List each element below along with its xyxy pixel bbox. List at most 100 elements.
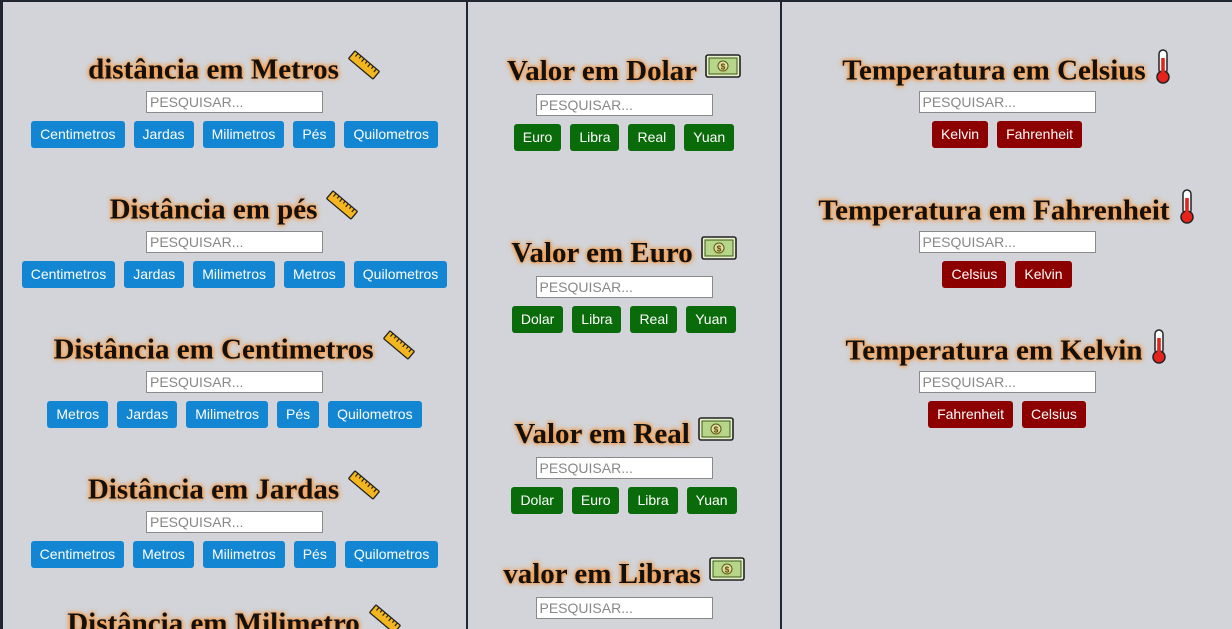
button-row: Centimetros Jardas Milimetros Pés Quilom… <box>3 121 466 148</box>
section-title: distância em Metros <box>3 50 466 86</box>
search-input[interactable] <box>535 597 713 619</box>
convert-button-milimetros[interactable]: Milimetros <box>193 261 275 288</box>
convert-button-celsius[interactable]: Celsius <box>1022 401 1086 428</box>
svg-text:$: $ <box>725 566 730 575</box>
search-input[interactable] <box>535 276 713 298</box>
convert-button-milimetros[interactable]: Milimetros <box>202 541 285 568</box>
convert-button-dolar[interactable]: Dolar <box>511 487 563 514</box>
convert-button-fahrenheit[interactable]: Fahrenheit <box>928 401 1014 428</box>
search-input[interactable] <box>535 94 713 116</box>
section-valor-libras: valor em Libras $ <box>468 557 780 619</box>
convert-button-pes[interactable]: Pés <box>293 541 336 568</box>
button-row: Kelvin Fahrenheit <box>782 121 1232 148</box>
convert-button-real[interactable]: Real <box>628 124 676 151</box>
convert-button-libra[interactable]: Libra <box>572 306 622 333</box>
convert-button-metros[interactable]: Metros <box>284 261 345 288</box>
section-temperatura-kelvin: Temperatura em Kelvin Fahrenheit Celsius <box>782 329 1232 428</box>
section-distancia-metros: distância em Metros Centimetros Jardas M… <box>3 50 466 148</box>
convert-button-libra[interactable]: Libra <box>570 124 620 151</box>
convert-button-metros[interactable]: Metros <box>133 541 194 568</box>
search-input[interactable] <box>146 371 323 393</box>
search-input[interactable] <box>146 511 323 533</box>
section-title: Distância em Centimetros <box>3 330 466 366</box>
convert-button-centimetros[interactable]: Centimetros <box>21 261 116 288</box>
search-input[interactable] <box>146 91 323 113</box>
convert-button-centimetros[interactable]: Centimetros <box>30 541 125 568</box>
convert-button-quilometros[interactable]: Quilometros <box>344 541 439 568</box>
section-title: Distância em Milimetro <box>3 602 466 629</box>
section-title: Temperatura em Celsius <box>782 49 1232 87</box>
section-distancia-pes: Distância em pés Centimetros Jardas Mili… <box>3 190 466 288</box>
convert-button-libra[interactable]: Libra <box>628 487 678 514</box>
convert-button-jardas[interactable]: Jardas <box>133 121 194 148</box>
distance-column: distância em Metros Centimetros Jardas M… <box>3 2 466 629</box>
convert-button-metros[interactable]: Metros <box>47 401 109 428</box>
section-title: Distância em Jardas <box>3 470 466 506</box>
ruler-icon <box>382 328 416 370</box>
search-input[interactable] <box>535 457 713 479</box>
section-distancia-centimetros: Distância em Centimetros Metros Jardas M… <box>3 330 466 428</box>
convert-button-euro[interactable]: Euro <box>513 124 562 151</box>
convert-button-dolar[interactable]: Dolar <box>511 306 564 333</box>
convert-button-jardas[interactable]: Jardas <box>117 401 178 428</box>
convert-button-milimetros[interactable]: Milimetros <box>186 401 268 428</box>
convert-button-quilometros[interactable]: Quilometros <box>353 261 448 288</box>
convert-button-celsius[interactable]: Celsius <box>942 261 1007 288</box>
convert-button-quilometros[interactable]: Quilometros <box>328 401 422 428</box>
svg-text:$: $ <box>717 245 722 254</box>
section-valor-euro: Valor em Euro$ Dolar Libra Real Yuan <box>468 236 780 333</box>
section-title: Valor em Dolar $ <box>468 54 780 88</box>
convert-button-pes[interactable]: Pés <box>293 121 336 148</box>
thermometer-icon <box>1154 48 1172 92</box>
convert-button-euro[interactable]: Euro <box>571 487 620 514</box>
convert-button-milimetros[interactable]: Milimetros <box>202 121 285 148</box>
convert-button-yuan[interactable]: Yuan <box>684 124 735 151</box>
convert-button-jardas[interactable]: Jardas <box>124 261 185 288</box>
button-row: Dolar Libra Real Yuan <box>468 306 780 333</box>
ruler-icon <box>347 48 381 90</box>
svg-text:$: $ <box>721 63 726 72</box>
button-row: Dolar Euro Libra Yuan <box>468 487 780 514</box>
convert-button-yuan[interactable]: Yuan <box>686 306 737 333</box>
banknote-icon: $ <box>697 416 734 450</box>
convert-button-real[interactable]: Real <box>630 306 678 333</box>
section-temperatura-celsius: Temperatura em Celsius Kelvin Fahrenheit <box>782 49 1232 148</box>
banknote-icon: $ <box>705 53 741 87</box>
search-input[interactable] <box>918 231 1096 253</box>
button-row: Fahrenheit Celsius <box>782 401 1232 428</box>
button-row: Centimetros Jardas Milimetros Metros Qui… <box>3 261 466 288</box>
ruler-icon <box>368 602 402 629</box>
button-row: Celsius Kelvin <box>782 261 1232 288</box>
search-input[interactable] <box>918 91 1096 113</box>
section-title: Temperatura em Kelvin <box>782 329 1232 367</box>
ruler-icon <box>347 468 381 510</box>
section-title: Valor em Real $ <box>468 417 780 451</box>
banknote-icon: $ <box>700 235 737 269</box>
convert-button-pes[interactable]: Pés <box>277 401 320 428</box>
section-title: valor em Libras $ <box>468 557 780 591</box>
banknote-icon: $ <box>709 556 745 590</box>
button-row: Centimetros Metros Milimetros Pés Quilom… <box>3 541 466 568</box>
button-row: Metros Jardas Milimetros Pés Quilometros <box>3 401 466 428</box>
section-title: Valor em Euro $ <box>468 236 780 270</box>
search-input[interactable] <box>146 231 323 253</box>
convert-button-quilometros[interactable]: Quilometros <box>344 121 438 148</box>
button-row: Euro Libra Real Yuan <box>468 124 780 151</box>
section-distancia-milimetro: Distância em Milimetro <box>3 602 466 629</box>
convert-button-kelvin[interactable]: Kelvin <box>1015 261 1072 288</box>
section-title: Distância em pés <box>3 190 466 226</box>
temperature-column: Temperatura em Celsius Kelvin Fahrenheit… <box>782 2 1232 629</box>
section-valor-real: Valor em Real$ Dolar Euro Libra Yuan <box>468 417 780 514</box>
thermometer-icon <box>1178 188 1196 232</box>
section-temperatura-fahrenheit: Temperatura em Fahrenheit Celsius Kelvin <box>782 189 1232 288</box>
convert-button-fahrenheit[interactable]: Fahrenheit <box>997 121 1083 148</box>
convert-button-yuan[interactable]: Yuan <box>686 487 737 514</box>
currency-column: Valor em Dolar$ Euro Libra Real Yuan Val… <box>468 2 780 629</box>
section-title: Temperatura em Fahrenheit <box>782 189 1232 227</box>
search-input[interactable] <box>918 371 1096 393</box>
section-valor-dolar: Valor em Dolar$ Euro Libra Real Yuan <box>468 54 780 151</box>
convert-button-kelvin[interactable]: Kelvin <box>931 121 989 148</box>
convert-button-centimetros[interactable]: Centimetros <box>31 121 125 148</box>
section-distancia-jardas: Distância em Jardas Centimetros Metros M… <box>3 470 466 568</box>
thermometer-icon <box>1150 328 1168 372</box>
